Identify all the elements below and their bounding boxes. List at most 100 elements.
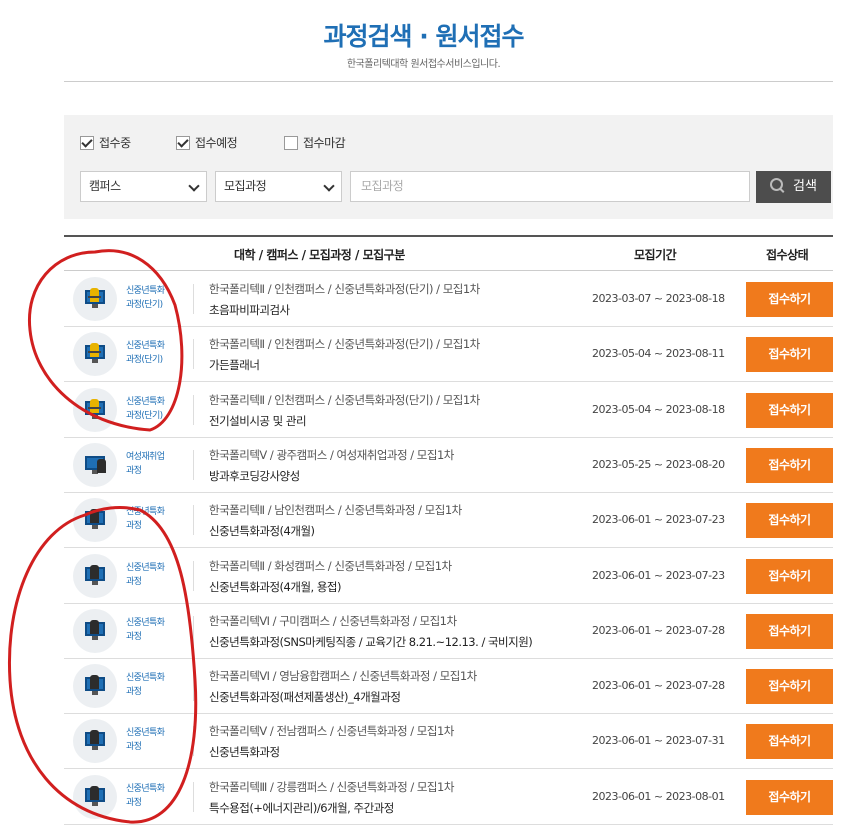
course-category-line: 신중년특화 (126, 783, 165, 794)
monitor-icon (73, 608, 117, 653)
course-select[interactable]: 모집과정 (215, 171, 342, 202)
course-category-line: 신중년특화 (126, 286, 165, 296)
course-period: 2023-03-07 ~ 2023-08-18 (592, 292, 725, 305)
course-category-line: 과정 (126, 465, 142, 476)
course-category-line: 신중년특화 (126, 728, 165, 739)
apply-button[interactable]: 접수하기 (746, 613, 833, 649)
page-title: 과정검색 · 원서접수 (323, 22, 525, 51)
course-category-line: 과정(단기) (126, 300, 163, 310)
course-path[interactable]: 한국폴리텍Ⅱ / 인천캠퍼스 / 신중년특화과정(단기) / 모집1차 (209, 281, 480, 297)
table-header: 대학 / 캠퍼스 / 모집과정 / 모집구분 모집기간 접수상태 (64, 235, 833, 271)
course-category: 신중년특화과정(단기) (126, 339, 178, 367)
search-button-label: 검색 (793, 179, 817, 194)
course-path[interactable]: 한국폴리텍Ⅴ / 전남캠퍼스 / 신중년특화과정 / 모집1차 (209, 723, 454, 739)
checkbox-receiving-label: 접수중 (99, 136, 131, 150)
course-name[interactable]: 특수용접(+에너지관리)/6개월, 주간과정 (209, 800, 394, 816)
course-name[interactable]: 신중년특화과정(SNS마케팅직종 / 교육기간 8.21.~12.13. / 국… (209, 634, 533, 650)
apply-button[interactable]: 접수하기 (746, 337, 833, 373)
course-path[interactable]: 한국폴리텍Ⅲ / 강릉캠퍼스 / 신중년특화과정 / 모집1차 (209, 779, 454, 795)
course-category-line: 과정 (126, 631, 142, 642)
apply-button[interactable]: 접수하기 (746, 558, 833, 594)
course-name[interactable]: 방과후코딩강사양성 (209, 468, 300, 484)
checkbox-scheduled-label: 접수예정 (195, 136, 238, 150)
apply-button[interactable]: 접수하기 (746, 282, 833, 317)
graduate-icon (73, 332, 117, 377)
apply-button[interactable]: 접수하기 (746, 447, 833, 483)
apply-button[interactable]: 접수하기 (746, 503, 833, 539)
course-category: 여성재취업과정 (126, 450, 178, 478)
course-category-line: 신중년특화 (126, 341, 165, 352)
course-path[interactable]: 한국폴리텍Ⅱ / 남인천캠퍼스 / 신중년특화과정 / 모집1차 (209, 502, 462, 518)
apply-button[interactable]: 접수하기 (746, 724, 833, 760)
course-category: 신중년특화 과정 (126, 671, 178, 699)
course-name[interactable]: 신중년특화과정(패션제품생산)_4개월과정 (209, 689, 401, 705)
search-icon (770, 178, 783, 191)
course-path[interactable]: 한국폴리텍Ⅵ / 영남융합캠퍼스 / 신중년특화과정 / 모집1차 (209, 668, 477, 684)
course-category-line: 여성재취업 (126, 451, 165, 462)
apply-button[interactable]: 접수하기 (746, 392, 833, 428)
checkbox-closed-box[interactable] (284, 135, 298, 150)
course-name[interactable]: 가든플래너 (209, 357, 260, 373)
course-path[interactable]: 한국폴리텍Ⅵ / 구미캠퍼스 / 신중년특화과정 / 모집1차 (209, 613, 457, 629)
monitor-icon (73, 719, 117, 764)
table-row: 신중년특화 과정 한국폴리텍Ⅲ / 강릉캠퍼스 / 신중년특화과정 / 모집1차 특수… (64, 770, 833, 825)
search-button[interactable]: 검색 (756, 171, 831, 203)
course-period: 2023-06-01 ~ 2023-07-28 (592, 623, 725, 637)
woman-monitor-icon (73, 442, 117, 487)
course-period: 2023-05-04 ~ 2023-08-18 (592, 402, 725, 416)
course-period: 2023-05-04 ~ 2023-08-11 (592, 347, 725, 361)
course-path[interactable]: 한국폴리텍Ⅱ / 인천캠퍼스 / 신중년특화과정(단기) / 모집1차 (209, 336, 480, 352)
course-path[interactable]: 한국폴리텍Ⅱ / 인천캠퍼스 / 신중년특화과정(단기) / 모집1차 (209, 392, 480, 408)
course-period: 2023-06-01 ~ 2023-07-23 (592, 568, 725, 582)
divider (193, 449, 194, 480)
course-name[interactable]: 신중년특화과정(4개월, 용접) (209, 579, 341, 595)
course-category-line: 과정 (126, 521, 142, 532)
course-name[interactable]: 신중년특화과정(4개월) (209, 523, 315, 539)
course-category: 신중년특화과정 (126, 561, 178, 589)
keyword-input[interactable]: 모집과정 (350, 171, 750, 202)
table-row: 신중년특화과정(단기) 한국폴리텍Ⅱ / 인천캠퍼스 / 신중년특화과정(단기) … (64, 272, 833, 327)
header-course: 대학 / 캠퍼스 / 모집과정 / 모집구분 (234, 248, 405, 262)
course-name[interactable]: 신중년특화과정 (209, 744, 280, 760)
divider (193, 505, 194, 536)
checkbox-receiving[interactable]: 접수중 (80, 134, 131, 151)
course-category-line: 과정 (126, 576, 142, 587)
apply-button[interactable]: 접수하기 (746, 669, 833, 705)
monitor-icon (73, 664, 117, 709)
divider (193, 726, 194, 757)
search-panel: 접수중 접수예정 접수마감 캠퍼스 모집과정 모집과정 검색 (64, 115, 833, 219)
course-category: 신중년특화 과정 (126, 726, 178, 754)
course-category: 신중년특화 과정 (126, 616, 178, 644)
course-category-line: 신중년특화 (126, 562, 165, 573)
course-category: 신중년특화과정(단기) (126, 284, 178, 312)
checkbox-scheduled-box[interactable] (176, 135, 190, 150)
checkbox-closed[interactable]: 접수마감 (284, 134, 346, 151)
course-period: 2023-05-25 ~ 2023-08-20 (592, 457, 725, 471)
course-name[interactable]: 초음파비파괴검사 (209, 302, 290, 318)
monitor-icon (73, 553, 117, 598)
table-row: 신중년특화 과정 한국폴리텍Ⅱ / 남인천캠퍼스 / 신중년특화과정 / 모집1차 신… (64, 493, 833, 549)
course-select-value: 모집과정 (224, 179, 267, 193)
course-category-line: 과정(단기) (126, 355, 163, 366)
graduate-icon (73, 277, 117, 321)
apply-button[interactable]: 접수하기 (746, 779, 833, 815)
campus-select[interactable]: 캠퍼스 (80, 171, 207, 202)
checkbox-scheduled[interactable]: 접수예정 (176, 134, 238, 151)
course-path[interactable]: 한국폴리텍Ⅱ / 화성캠퍼스 / 신중년특화과정 / 모집1차 (209, 558, 452, 574)
course-category-line: 신중년특화 (126, 396, 165, 407)
course-name[interactable]: 전기설비시공 및 관리 (209, 413, 307, 429)
course-path[interactable]: 한국폴리텍Ⅴ / 광주캠퍼스 / 여성재취업과정 / 모집1차 (209, 447, 454, 463)
course-period: 2023-06-01 ~ 2023-07-23 (592, 513, 725, 527)
divider (193, 671, 194, 702)
divider (193, 394, 194, 425)
course-category-line: 과정(단기) (126, 410, 163, 421)
monitor-icon (73, 774, 117, 819)
divider (193, 781, 194, 812)
graduate-icon (73, 387, 117, 432)
divider (193, 339, 194, 370)
header-status: 접수상태 (766, 248, 809, 262)
divider (193, 560, 194, 591)
course-category-line: 신중년특화 (126, 673, 165, 684)
checkbox-receiving-box[interactable] (80, 135, 94, 150)
table-row: 신중년특화과정(단기) 한국폴리텍Ⅱ / 인천캠퍼스 / 신중년특화과정(단기) … (64, 327, 833, 383)
